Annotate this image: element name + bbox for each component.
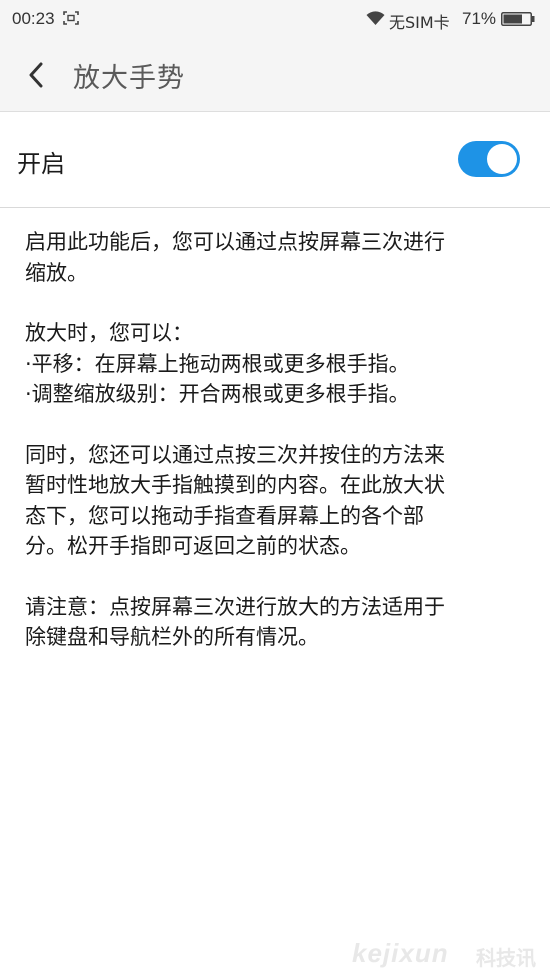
watermark-logo-cn: 科技讯: [476, 946, 536, 970]
status-time: 00:23: [12, 9, 55, 28]
description-line: 态下，您可以拖动手指查看屏幕上的各个部: [25, 503, 424, 528]
toggle-label: 开启: [17, 150, 65, 178]
description-paragraph: 启用此功能后，您可以通过点按屏幕三次进行 缩放。: [25, 227, 525, 288]
description-line: 同时，您还可以通过点按三次并按住的方法来: [25, 442, 445, 467]
description-line: 缩放。: [25, 260, 88, 285]
description-line: 请注意：点按屏幕三次进行放大的方法适用于: [25, 594, 445, 619]
wifi-icon: [366, 11, 385, 25]
description-line: 暂时性地放大手指触摸到的内容。在此放大状: [25, 473, 445, 497]
description-line: 放大时，您可以：: [25, 321, 193, 345]
watermark-logo: kejixun: [352, 938, 449, 968]
battery-fill: [503, 14, 522, 24]
description-line: 启用此功能后，您可以通过点按屏幕三次进行: [25, 230, 445, 254]
sim-status: 无SIM卡: [389, 13, 450, 32]
description-content: 启用此功能后，您可以通过点按屏幕三次进行 缩放。 放大时，您可以： ·平移：在屏…: [25, 227, 525, 683]
description-paragraph: 请注意：点按屏幕三次进行放大的方法适用于 除键盘和导航栏外的所有情况。: [25, 592, 525, 653]
status-bar: 00:23 无SIM卡 71%: [0, 0, 550, 38]
back-button[interactable]: [20, 52, 60, 96]
description-line: 分。松开手指即可返回之前的状态。: [25, 534, 361, 558]
enable-toggle-row[interactable]: 开启: [0, 112, 550, 208]
description-paragraph: 同时，您还可以通过点按三次并按住的方法来 暂时性地放大手指触摸到的内容。在此放大…: [25, 440, 525, 562]
toggle-knob: [487, 144, 517, 174]
description-line: 除键盘和导航栏外的所有情况。: [25, 625, 319, 649]
battery-icon: [501, 12, 535, 26]
screenshot-icon: [63, 11, 79, 25]
battery-percent: 71%: [462, 9, 497, 28]
page-title: 放大手势: [73, 63, 185, 94]
enable-toggle-switch[interactable]: [458, 141, 520, 177]
top-bar-background: 00:23 无SIM卡 71% 放大手势: [0, 0, 550, 112]
description-line: ·平移：在屏幕上拖动两根或更多根手指。: [25, 351, 410, 376]
chevron-left-icon: [29, 62, 43, 88]
description-line: ·调整缩放级别：开合两根或更多根手指。: [25, 382, 410, 406]
description-paragraph: 放大时，您可以： ·平移：在屏幕上拖动两根或更多根手指。 ·调整缩放级别：开合两…: [25, 318, 525, 410]
title-bar: 放大手势: [0, 38, 550, 111]
